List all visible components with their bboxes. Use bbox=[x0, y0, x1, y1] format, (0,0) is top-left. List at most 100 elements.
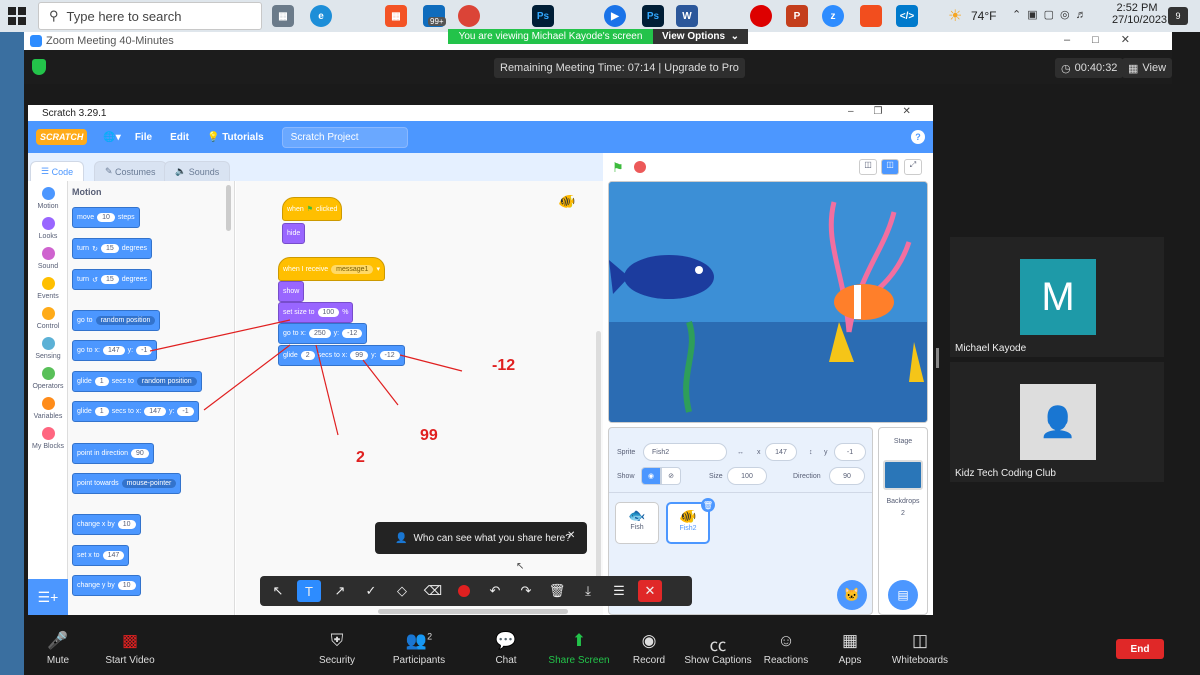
microphone-icon: 🎤 bbox=[47, 631, 69, 650]
divider bbox=[609, 492, 872, 493]
apps-icon: ▦ bbox=[841, 631, 859, 650]
mouse-cursor-icon: ↖ bbox=[516, 561, 525, 572]
workspace-vscrollbar[interactable] bbox=[596, 331, 601, 591]
chrome-icon[interactable] bbox=[458, 5, 480, 27]
menu-icon[interactable]: ☰ bbox=[607, 580, 631, 602]
edge-icon[interactable]: e bbox=[310, 5, 332, 27]
undo-icon[interactable]: ↶ bbox=[483, 580, 507, 602]
workspace-hscrollbar[interactable] bbox=[378, 609, 568, 614]
view-options-button[interactable]: View Options ⌄ bbox=[653, 29, 748, 44]
fullscreen-icon[interactable]: ⤢ bbox=[904, 159, 922, 175]
zoom-window-title: Zoom Meeting 40-Minutes bbox=[46, 35, 174, 47]
stage-selector-panel[interactable]: Stage Backdrops 2 ▤ bbox=[878, 427, 928, 615]
clock-date: 27/10/2023 bbox=[1112, 14, 1168, 26]
remaining-time-pill[interactable]: Remaining Meeting Time: 07:14 | Upgrade … bbox=[494, 58, 745, 78]
photoshop-icon-2[interactable]: Ps bbox=[642, 5, 664, 27]
small-stage-icon[interactable]: ◫ bbox=[859, 159, 877, 175]
check-tool-icon[interactable]: ✓ bbox=[359, 580, 383, 602]
x-input[interactable]: 147 bbox=[765, 443, 797, 461]
grid-icon: ▦ bbox=[1128, 62, 1139, 75]
large-stage-icon[interactable]: ◫ bbox=[881, 159, 899, 175]
close-icon[interactable]: ✕ bbox=[567, 530, 575, 541]
task-view-icon[interactable]: ▦ bbox=[272, 5, 294, 27]
redo-icon[interactable]: ↷ bbox=[514, 580, 538, 602]
zoom-icon[interactable]: z bbox=[822, 5, 844, 27]
red-arrows bbox=[149, 319, 463, 436]
record-icon[interactable] bbox=[750, 5, 772, 27]
share-screen-button[interactable]: ⬆ Share Screen bbox=[539, 631, 619, 666]
video-tile-michael[interactable]: M Michael Kayode bbox=[950, 237, 1164, 357]
arrow-tool-icon[interactable]: ↗ bbox=[328, 580, 352, 602]
direction-input[interactable]: 90 bbox=[829, 467, 865, 485]
help-icon[interactable]: ? bbox=[911, 130, 925, 144]
panel-splitter[interactable] bbox=[936, 348, 939, 368]
save-icon[interactable]: ⤓ bbox=[576, 580, 600, 602]
video-tile-kidz-tech[interactable]: 👤 Kidz Tech Coding Club bbox=[950, 362, 1164, 482]
meeting-timer[interactable]: ◷ 00:40:32 bbox=[1055, 58, 1124, 78]
clock[interactable]: 2:52 PM 27/10/2023 bbox=[1112, 2, 1168, 26]
window-controls[interactable]: –□✕ bbox=[1064, 33, 1152, 46]
start-video-button[interactable]: ▩ Start Video bbox=[90, 631, 170, 666]
notification-badge[interactable]: 9 bbox=[1168, 7, 1188, 25]
vscode-icon[interactable]: </> bbox=[896, 5, 918, 27]
show-visible-icon[interactable]: ◉ bbox=[641, 467, 661, 485]
stage-canvas[interactable] bbox=[608, 181, 928, 423]
scratch-window-controls[interactable]: –❐✕ bbox=[848, 106, 931, 117]
windows-icon[interactable] bbox=[8, 7, 26, 25]
sprite-label: Sprite bbox=[617, 449, 636, 456]
whiteboards-button[interactable]: ◫ Whiteboards bbox=[880, 631, 960, 666]
y-input[interactable]: -1 bbox=[834, 443, 866, 461]
zoom-logo-icon bbox=[30, 35, 42, 47]
mute-button[interactable]: 🎤 Mute bbox=[18, 631, 98, 666]
photoshop-icon[interactable]: Ps bbox=[532, 5, 554, 27]
close-toolbar-icon[interactable]: ✕ bbox=[638, 580, 662, 602]
sprite-name-input[interactable]: Fish2 bbox=[643, 443, 727, 461]
green-flag-icon[interactable]: ⚑ bbox=[612, 160, 624, 175]
figma-icon[interactable] bbox=[860, 5, 882, 27]
blue-fish-eye bbox=[695, 266, 703, 274]
taskbar-search-box[interactable]: ⚲ Type here to search bbox=[38, 2, 262, 30]
show-hidden-icon[interactable]: ⊘ bbox=[661, 467, 681, 485]
avatar-photo: 👤 bbox=[1020, 384, 1096, 460]
participants-button[interactable]: 👥2 Participants bbox=[379, 631, 459, 666]
text-tool-icon[interactable]: T bbox=[297, 580, 321, 602]
apps-button[interactable]: ▦ Apps bbox=[810, 631, 890, 666]
choose-backdrop-button[interactable]: ▤ bbox=[888, 580, 918, 610]
participant-name: Kidz Tech Coding Club bbox=[955, 468, 1056, 479]
end-meeting-button[interactable]: End bbox=[1116, 639, 1164, 659]
app-icon[interactable]: ▶ bbox=[604, 5, 626, 27]
pointer-tool-icon[interactable]: ↖ bbox=[266, 580, 290, 602]
share-info-toast[interactable]: 👤 Who can see what you share here? ✕ bbox=[375, 522, 587, 554]
choose-sprite-button[interactable]: 🐱 bbox=[837, 580, 867, 610]
direction-label: Direction bbox=[793, 473, 821, 480]
record-icon: ◉ bbox=[641, 631, 657, 650]
shape-tool-icon[interactable]: ◇ bbox=[390, 580, 414, 602]
stage-thumbnail[interactable] bbox=[883, 460, 923, 490]
viewing-banner: You are viewing Michael Kayode's screen bbox=[448, 29, 653, 44]
share-screen-icon: ⬆ bbox=[571, 631, 587, 650]
avatar: M bbox=[1020, 259, 1096, 335]
clownfish-icon: 🐠 bbox=[679, 508, 697, 524]
security-button[interactable]: ⛨ Security bbox=[297, 631, 377, 666]
size-input[interactable]: 100 bbox=[727, 467, 767, 485]
trash-icon[interactable]: 🗑 bbox=[545, 580, 569, 602]
eraser-tool-icon[interactable]: ⌫ bbox=[421, 580, 445, 602]
x-arrows-icon: ↔ bbox=[737, 449, 744, 456]
mail-badge: 99+ bbox=[428, 17, 446, 26]
store-icon[interactable]: ▦ bbox=[385, 5, 407, 27]
stop-icon[interactable] bbox=[634, 161, 646, 173]
zoom-meeting-header: Remaining Meeting Time: 07:14 | Upgrade … bbox=[24, 50, 1173, 84]
sprite-thumb-fish[interactable]: 🐟 Fish bbox=[615, 502, 659, 544]
color-tool-icon[interactable] bbox=[452, 580, 476, 602]
powerpoint-icon[interactable]: P bbox=[786, 5, 808, 27]
word-icon[interactable]: W bbox=[676, 5, 698, 27]
annotation-2: 2 bbox=[356, 449, 365, 466]
clownfish bbox=[834, 284, 894, 320]
chat-button[interactable]: 💬 Chat bbox=[466, 631, 546, 666]
shield-icon[interactable] bbox=[32, 59, 46, 75]
view-button[interactable]: ▦ View bbox=[1122, 58, 1173, 78]
delete-sprite-icon[interactable]: 🗑 bbox=[701, 498, 715, 512]
record-button[interactable]: ◉ Record bbox=[609, 631, 689, 666]
weather-temp[interactable]: 74°F bbox=[971, 9, 996, 23]
tray-icons[interactable]: ⌃▣▢◎♬ bbox=[1012, 8, 1093, 21]
